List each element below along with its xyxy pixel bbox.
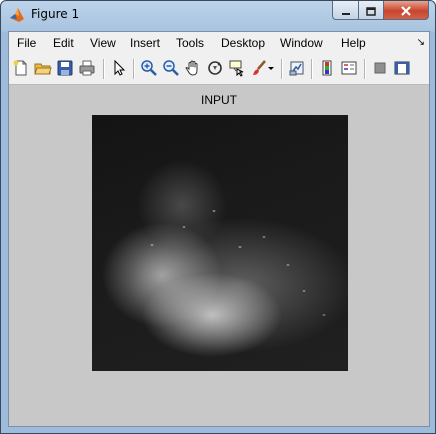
- insert-colorbar-icon[interactable]: [318, 59, 336, 77]
- zoom-out-icon[interactable]: [162, 59, 180, 77]
- menu-help[interactable]: Help: [341, 36, 366, 50]
- grayscale-image-axes[interactable]: [92, 115, 348, 371]
- menu-window[interactable]: Window: [280, 36, 323, 50]
- zoom-in-icon[interactable]: [140, 59, 158, 77]
- toolbar-separator: [133, 59, 135, 79]
- open-file-icon[interactable]: [34, 59, 52, 77]
- matlab-logo-icon: [9, 7, 25, 23]
- menu-desktop[interactable]: Desktop: [221, 36, 265, 50]
- save-icon[interactable]: [56, 59, 74, 77]
- title-bar[interactable]: Figure 1: [1, 1, 435, 29]
- menu-view[interactable]: View: [90, 36, 116, 50]
- toolbar-separator: [281, 59, 283, 79]
- show-plot-tools-icon[interactable]: [393, 59, 411, 77]
- menu-file[interactable]: File: [17, 36, 36, 50]
- new-figure-icon[interactable]: [12, 59, 30, 77]
- minimize-icon: [341, 1, 351, 20]
- menu-insert[interactable]: Insert: [130, 36, 160, 50]
- toolbar-separator: [311, 59, 313, 79]
- maximize-button[interactable]: [359, 1, 384, 20]
- brush-icon[interactable]: [250, 59, 268, 77]
- rotate-3d-icon[interactable]: [206, 59, 224, 77]
- edit-plot-icon[interactable]: [110, 59, 128, 77]
- link-plot-icon[interactable]: [288, 59, 306, 77]
- figure-window: Figure 1 File Edit View Insert Tools Des…: [0, 0, 436, 434]
- axes-title: INPUT: [201, 93, 237, 107]
- hide-plot-tools-icon[interactable]: [371, 59, 389, 77]
- window-title: Figure 1: [31, 7, 80, 21]
- minimize-button[interactable]: [332, 1, 359, 20]
- close-icon: [400, 1, 412, 20]
- figure-toolbar: [9, 54, 429, 85]
- toolbar-separator: [364, 59, 366, 79]
- menu-dock-arrow-icon[interactable]: ↘: [417, 37, 425, 48]
- figure-client-area: File Edit View Insert Tools Desktop Wind…: [8, 31, 430, 427]
- brush-dropdown-icon[interactable]: [267, 59, 275, 77]
- menu-bar: File Edit View Insert Tools Desktop Wind…: [9, 32, 429, 54]
- print-icon[interactable]: [78, 59, 96, 77]
- data-cursor-icon[interactable]: [228, 59, 246, 77]
- close-button[interactable]: [384, 1, 429, 20]
- menu-edit[interactable]: Edit: [53, 36, 74, 50]
- insert-legend-icon[interactable]: [340, 59, 358, 77]
- menu-tools[interactable]: Tools: [176, 36, 204, 50]
- pan-icon[interactable]: [184, 59, 202, 77]
- toolbar-separator: [103, 59, 105, 79]
- maximize-icon: [366, 1, 376, 20]
